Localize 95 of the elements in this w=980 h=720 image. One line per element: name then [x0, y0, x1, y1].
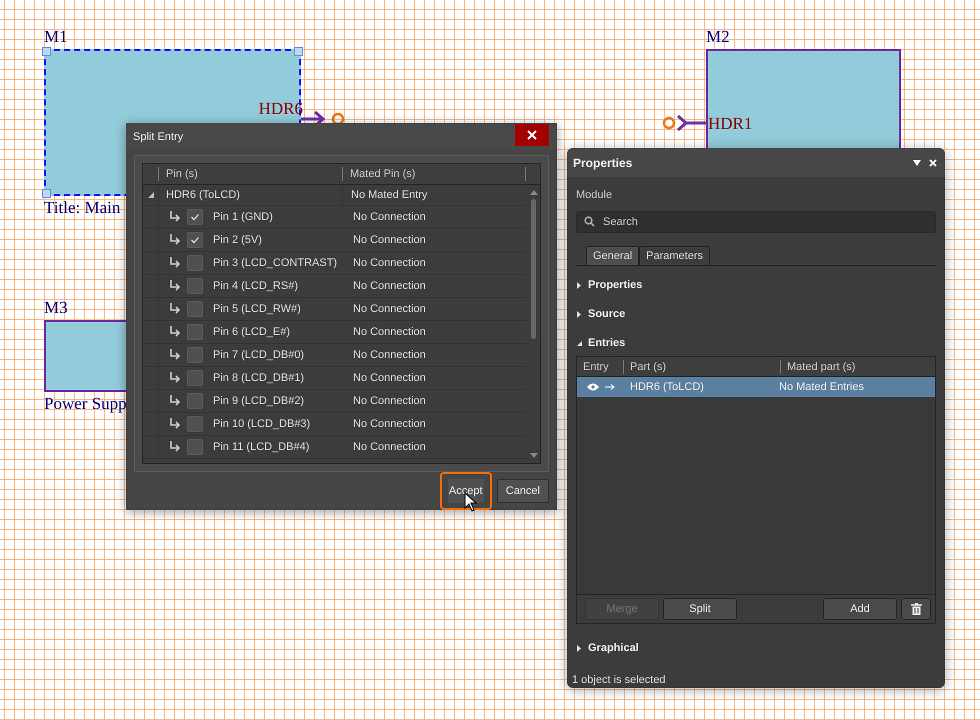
- pin-name: Pin 3 (LCD_CONTRAST): [213, 257, 338, 269]
- checkbox[interactable]: [187, 324, 203, 340]
- checkbox[interactable]: [187, 209, 203, 225]
- pin-name: Pin 5 (LCD_RW#): [213, 303, 301, 315]
- check-icon: [190, 212, 200, 222]
- collapsed-arrow-icon: [576, 282, 583, 288]
- table-cell-text: No Mated Entries: [778, 381, 865, 393]
- table-cell-text: No Connection: [352, 441, 427, 453]
- pin-name: Pin 9 (LCD_DB#2): [213, 395, 304, 407]
- module-title: Power Supp: [44, 394, 127, 414]
- column-header[interactable]: Mated part (s): [780, 360, 935, 374]
- child-arrow-icon: [169, 418, 181, 430]
- table-cell-text: No Connection: [352, 257, 427, 269]
- checkbox[interactable]: [187, 370, 203, 386]
- search-icon: [584, 216, 595, 227]
- close-icon: [527, 130, 537, 140]
- child-arrow-icon: [169, 257, 181, 269]
- child-arrow-icon: [169, 372, 181, 384]
- entry-row[interactable]: HDR6 (ToLCD) No Mated Entries: [577, 377, 935, 397]
- section-header[interactable]: Graphical: [576, 638, 639, 658]
- expanded-arrow-icon[interactable]: [146, 191, 154, 199]
- column-header[interactable]: Entry: [577, 360, 623, 374]
- object-type-label: Module: [576, 189, 614, 201]
- child-arrow-icon: [169, 280, 181, 292]
- child-arrow-icon: [169, 234, 181, 246]
- child-arrow-icon: [169, 326, 181, 338]
- port-name: HDR6: [258, 99, 303, 119]
- pin-name: Pin 4 (LCD_RS#): [213, 280, 298, 292]
- table-cell-text: No Connection: [352, 418, 427, 430]
- dialog-button[interactable]: Accept: [440, 472, 492, 510]
- dialog-button[interactable]: Cancel: [496, 479, 549, 503]
- scroll-down-icon[interactable]: [530, 453, 538, 459]
- section-header[interactable]: Properties: [576, 275, 642, 295]
- search-field[interactable]: Search: [576, 211, 936, 233]
- module-designator: M1: [44, 27, 68, 47]
- checkbox[interactable]: [187, 439, 203, 455]
- table-cell-text: No Connection: [352, 395, 427, 407]
- checkbox[interactable]: [187, 255, 203, 271]
- table-cell-text: No Connection: [352, 280, 427, 292]
- pin-name: Pin 10 (LCD_DB#3): [213, 418, 310, 430]
- dialog-title: Split Entry: [133, 130, 184, 142]
- pin-name: Pin 2 (5V): [213, 234, 262, 246]
- checkbox[interactable]: [187, 416, 203, 432]
- close-icon[interactable]: [929, 158, 937, 166]
- entries-button[interactable]: Split: [663, 598, 737, 620]
- dropdown-icon[interactable]: [913, 160, 921, 166]
- module-block[interactable]: [706, 49, 901, 148]
- table-cell-text: No Connection: [352, 349, 427, 361]
- table-cell-text: No Connection: [352, 326, 427, 338]
- collapsed-arrow-icon: [576, 310, 583, 318]
- entries-button[interactable]: Add: [823, 598, 897, 620]
- panel-title: Properties: [573, 156, 632, 170]
- table-cell-text: No Connection: [352, 303, 427, 315]
- delete-button[interactable]: [901, 598, 931, 620]
- table-cell-text: No Connection: [352, 234, 427, 246]
- table-cell-text: HDR6 (ToLCD): [629, 381, 705, 393]
- collapsed-arrow-icon: [576, 644, 583, 652]
- child-arrow-icon: [169, 441, 181, 453]
- status-text: 1 object is selected: [572, 674, 667, 686]
- checkbox[interactable]: [187, 278, 203, 294]
- column-header[interactable]: Mated Pin (s): [342, 167, 526, 181]
- close-button[interactable]: [515, 124, 549, 146]
- module-designator: M2: [706, 27, 730, 47]
- child-arrow-icon: [169, 349, 181, 361]
- port-name: HDR1: [708, 114, 752, 134]
- checkbox[interactable]: [187, 347, 203, 363]
- arrow-icon: [605, 384, 615, 390]
- child-arrow-icon: [169, 395, 181, 407]
- trash-icon: [910, 603, 922, 615]
- module-title: Title: Main: [44, 198, 120, 218]
- check-icon: [190, 235, 200, 245]
- tab[interactable]: Parameters: [639, 246, 710, 265]
- port-icon: [662, 115, 706, 131]
- checkbox[interactable]: [187, 393, 203, 409]
- pin-name: Pin 1 (GND): [213, 211, 273, 223]
- pin-name: Pin 6 (LCD_E#): [213, 326, 290, 338]
- column-header[interactable]: Pin (s): [158, 167, 342, 181]
- section-header[interactable]: Source: [576, 304, 626, 324]
- child-arrow-icon: [169, 211, 181, 223]
- section-header[interactable]: Entries: [576, 333, 626, 353]
- eye-icon[interactable]: [587, 383, 599, 391]
- expanded-arrow-icon: [576, 340, 583, 346]
- child-arrow-icon: [169, 303, 181, 315]
- table-cell-text: No Connection: [352, 211, 427, 223]
- checkbox[interactable]: [187, 301, 203, 317]
- table-cell-text: HDR6 (ToLCD): [165, 189, 241, 201]
- module-designator: M3: [44, 298, 68, 318]
- scroll-up-icon[interactable]: [530, 189, 538, 195]
- pin-name: Pin 8 (LCD_DB#1): [213, 372, 304, 384]
- table-cell-text: No Connection: [352, 372, 427, 384]
- tab[interactable]: General: [586, 246, 640, 265]
- checkbox[interactable]: [187, 232, 203, 248]
- column-header[interactable]: Part (s): [623, 360, 780, 374]
- pin-name: Pin 11 (LCD_DB#4): [213, 441, 310, 453]
- pin-name: Pin 7 (LCD_DB#0): [213, 349, 304, 361]
